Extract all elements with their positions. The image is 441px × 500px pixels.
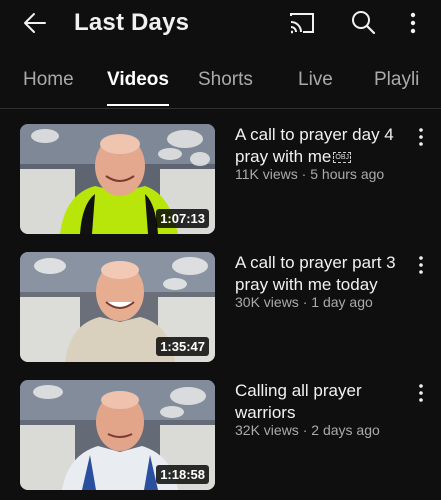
video-thumbnail[interactable]: 1:18:58 bbox=[20, 380, 215, 490]
video-thumbnail[interactable]: 1:35:47 bbox=[20, 252, 215, 362]
video-title[interactable]: A call to prayer day 4 pray with me OBJ bbox=[235, 124, 410, 168]
more-vert-icon[interactable] bbox=[412, 382, 430, 404]
channel-title: Last Days bbox=[74, 9, 190, 36]
video-metadata: 32K views · 2 days ago bbox=[235, 422, 380, 438]
more-vert-icon[interactable] bbox=[412, 254, 430, 276]
video-metadata: 30K views · 1 day ago bbox=[235, 294, 373, 310]
tab-shorts[interactable]: Shorts bbox=[198, 69, 253, 91]
search-icon[interactable] bbox=[349, 8, 377, 36]
video-duration: 1:18:58 bbox=[156, 465, 209, 484]
tabs-divider bbox=[0, 108, 441, 109]
video-metadata: 11K views · 5 hours ago bbox=[235, 166, 385, 182]
tab-videos[interactable]: Videos bbox=[107, 69, 169, 91]
tab-playlists[interactable]: Playli bbox=[374, 69, 419, 91]
more-vert-icon[interactable] bbox=[403, 8, 423, 38]
video-thumbnail[interactable]: 1:07:13 bbox=[20, 124, 215, 234]
video-item[interactable]: 1:35:47 A call to prayer part 3 pray wit… bbox=[0, 252, 441, 364]
top-app-bar: Last Days bbox=[0, 0, 441, 46]
back-arrow-icon[interactable] bbox=[20, 8, 50, 38]
channel-tabs: Home Videos Shorts Live Playli bbox=[0, 58, 441, 110]
video-title[interactable]: Calling all prayer warriors bbox=[235, 380, 410, 424]
object-replacement-glyph: OBJ bbox=[333, 152, 351, 163]
more-vert-icon[interactable] bbox=[412, 126, 430, 148]
video-title[interactable]: A call to prayer part 3 pray with me tod… bbox=[235, 252, 410, 296]
cast-icon[interactable] bbox=[288, 9, 316, 37]
video-duration: 1:07:13 bbox=[156, 209, 209, 228]
active-tab-indicator bbox=[107, 104, 169, 106]
video-item[interactable]: 1:18:58 Calling all prayer warriors 32K … bbox=[0, 380, 441, 492]
tab-home[interactable]: Home bbox=[23, 69, 74, 91]
video-item[interactable]: 1:07:13 A call to prayer day 4 pray with… bbox=[0, 124, 441, 236]
video-duration: 1:35:47 bbox=[156, 337, 209, 356]
tab-live[interactable]: Live bbox=[298, 69, 333, 91]
